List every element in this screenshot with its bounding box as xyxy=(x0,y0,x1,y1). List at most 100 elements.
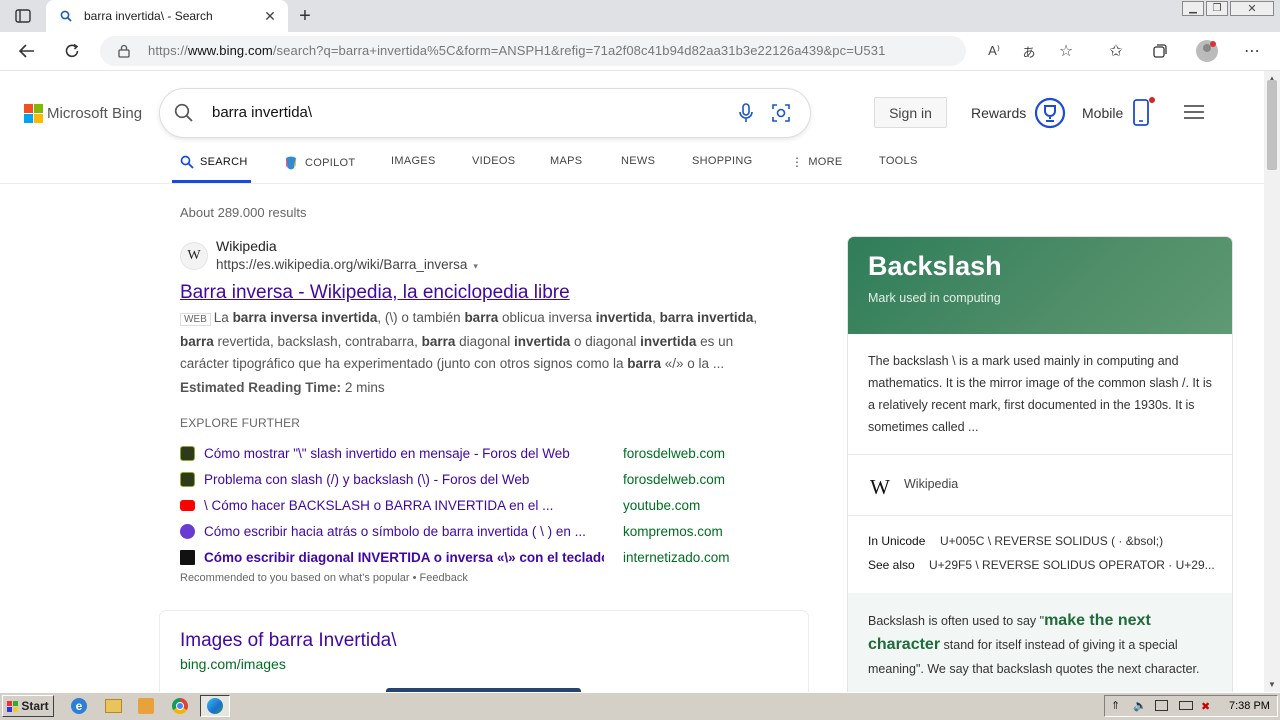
results-count: About 289.000 results xyxy=(180,205,307,220)
kp-tip-box: Backslash is often used to say "make the… xyxy=(848,593,1232,697)
result-title-link[interactable]: Barra inversa - Wikipedia, la encicloped… xyxy=(180,282,570,304)
url-text: https://www.bing.com/search?q=barra+inve… xyxy=(148,43,886,58)
taskbar xyxy=(0,692,1280,720)
microsoft-logo-icon xyxy=(24,103,43,123)
scope-images[interactable]: IMAGES xyxy=(391,155,436,167)
more-dots-icon: ⋮ xyxy=(791,155,804,169)
cite-dropdown-icon: ▾ xyxy=(473,261,478,271)
wikipedia-logo-icon: W xyxy=(870,475,890,499)
back-icon[interactable] xyxy=(16,41,38,61)
images-title-link[interactable]: Images of barra Invertida\ xyxy=(180,630,397,652)
profile-avatar[interactable] xyxy=(1196,40,1218,62)
forosdelweb-favicon-icon xyxy=(180,472,195,487)
media-player-icon[interactable] xyxy=(138,698,154,714)
clock[interactable]: 7:38 PM xyxy=(1229,700,1270,712)
scope-videos[interactable]: VIDEOS xyxy=(472,155,515,167)
folder-icon[interactable] xyxy=(105,699,122,713)
scope-search[interactable]: SEARCH xyxy=(180,155,248,169)
battery-icon[interactable] xyxy=(1179,701,1193,710)
network-icon[interactable] xyxy=(1155,700,1168,711)
scope-tools[interactable]: TOOLS xyxy=(879,155,918,167)
rewards-label[interactable]: Rewards xyxy=(971,105,1026,121)
knowledge-panel: Backslash Mark used in computing The bac… xyxy=(848,237,1232,697)
kp-seealso-row: See also U+29F5 \ REVERSE SOLIDUS OPERATO… xyxy=(868,558,1215,572)
kp-header: Backslash Mark used in computing xyxy=(848,237,1232,334)
kp-subtitle: Mark used in computing xyxy=(868,291,1001,305)
volume-icon[interactable]: 🔈 xyxy=(1133,699,1147,712)
visual-search-icon[interactable] xyxy=(771,103,791,128)
wikipedia-favicon-icon: W xyxy=(180,242,208,270)
explore-item[interactable]: Cómo escribir diagonal INVERTIDA o inver… xyxy=(180,547,780,567)
recommended-note[interactable]: Recommended to you based on what's popul… xyxy=(180,572,468,584)
copilot-icon xyxy=(286,156,296,170)
refresh-icon[interactable] xyxy=(61,41,83,61)
start-button[interactable]: Start xyxy=(2,695,54,717)
scroll-down-icon[interactable]: ▼ xyxy=(1266,679,1278,689)
add-favorite-icon[interactable]: ☆ xyxy=(1056,41,1076,61)
hamburger-menu-icon[interactable] xyxy=(1183,104,1205,125)
explore-heading: EXPLORE FURTHER xyxy=(180,416,301,430)
kp-title: Backslash xyxy=(868,251,1002,281)
system-tray: ⇑ 🔈 ✖ 7:38 PM xyxy=(1104,695,1278,717)
search-icon xyxy=(174,103,194,128)
scope-news[interactable]: NEWS xyxy=(621,155,655,167)
close-window-icon[interactable]: ✕ xyxy=(1230,1,1274,16)
result-site-name: Wikipedia xyxy=(216,238,277,254)
scrollbar-thumb[interactable] xyxy=(1267,80,1277,170)
tab-current[interactable]: barra invertida\ - Search ✕ xyxy=(46,0,288,32)
explore-item[interactable]: Problema con slash (/) y backslash (\) -… xyxy=(180,469,780,489)
header-divider xyxy=(0,183,1264,184)
more-options-icon[interactable]: ⋯ xyxy=(1242,41,1262,61)
internetizado-favicon-icon xyxy=(180,550,195,565)
scope-copilot[interactable]: COPILOT xyxy=(283,155,355,171)
tray-expand-icon[interactable]: ⇑ xyxy=(1111,699,1120,712)
sign-in-button[interactable]: Sign in xyxy=(874,97,947,128)
explore-item[interactable]: \ Cómo hacer BACKSLASH o BARRA INVERTIDA… xyxy=(180,495,780,515)
explore-item[interactable]: Cómo mostrar "\" slash invertido en mens… xyxy=(180,443,780,463)
forosdelweb-favicon-icon xyxy=(180,446,195,461)
kp-unicode-row: In Unicode U+005C \ REVERSE SOLIDUS ( · &… xyxy=(868,534,1164,548)
kp-divider xyxy=(848,515,1232,516)
mobile-phone-icon[interactable] xyxy=(1132,97,1158,132)
microphone-icon[interactable] xyxy=(738,102,754,129)
new-tab-icon[interactable]: + xyxy=(295,5,315,27)
explore-item[interactable]: Cómo escribir hacia atrás o símbolo de b… xyxy=(180,521,780,541)
search-box[interactable]: barra invertida\ xyxy=(160,89,810,137)
windows-logo-icon xyxy=(7,700,19,712)
result-snippet: WEB La barra inversa invertida, (\) o tam… xyxy=(180,310,758,371)
security-alert-icon[interactable]: ✖ xyxy=(1201,700,1210,713)
chrome-icon[interactable] xyxy=(172,698,188,714)
rewards-trophy-icon[interactable] xyxy=(1034,97,1066,134)
tab-actions-icon[interactable] xyxy=(12,7,34,25)
kp-source[interactable]: Wikipedia xyxy=(904,477,958,491)
web-badge: WEB xyxy=(180,313,211,326)
result-cite[interactable]: https://es.wikipedia.org/wiki/Barra_inve… xyxy=(216,257,478,272)
mobile-label[interactable]: Mobile xyxy=(1082,105,1123,121)
edge-taskbar-button[interactable] xyxy=(200,695,230,717)
lock-icon[interactable] xyxy=(118,44,130,63)
restore-icon[interactable]: ❐ xyxy=(1206,1,1228,16)
tab-title: barra invertida\ - Search xyxy=(84,9,213,23)
address-bar[interactable]: https://www.bing.com/search?q=barra+inve… xyxy=(100,36,966,66)
read-aloud-icon[interactable]: A⁾ xyxy=(984,41,1004,61)
search-input[interactable]: barra invertida\ xyxy=(212,104,312,121)
translate-icon[interactable]: あ xyxy=(1019,41,1039,61)
kp-divider xyxy=(848,454,1232,455)
favorites-icon[interactable]: ✩ xyxy=(1106,41,1126,61)
kompremos-favicon-icon xyxy=(180,524,195,539)
minimize-icon[interactable]: ▁ xyxy=(1182,1,1204,16)
ie-icon[interactable]: e xyxy=(71,698,87,714)
scope-shopping[interactable]: SHOPPING xyxy=(692,155,752,167)
close-tab-icon[interactable]: ✕ xyxy=(262,8,278,24)
reading-time: Estimated Reading Time: 2 mins xyxy=(180,380,385,395)
bing-logo[interactable]: Microsoft Bing xyxy=(24,103,142,123)
scope-maps[interactable]: MAPS xyxy=(550,155,582,167)
window-controls: ▁ ❐ ✕ xyxy=(1182,1,1276,17)
search-icon xyxy=(60,9,72,27)
youtube-favicon-icon xyxy=(180,500,195,511)
scope-more[interactable]: ⋮ MORE xyxy=(791,155,843,169)
search-icon xyxy=(180,155,194,169)
images-cite[interactable]: bing.com/images xyxy=(180,656,286,672)
kp-description: The backslash \ is a mark used mainly in… xyxy=(868,354,1212,434)
collections-icon[interactable] xyxy=(1150,41,1170,61)
